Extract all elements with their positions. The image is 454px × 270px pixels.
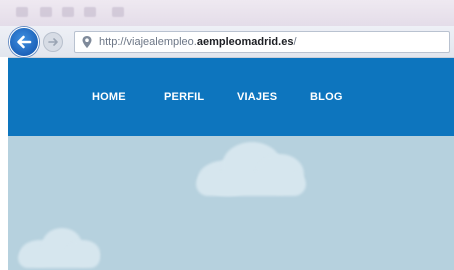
save-icon[interactable]	[40, 7, 52, 17]
address-bar[interactable]: http://viajealempleo.aempleomadrid.es/	[74, 31, 450, 53]
nav-perfil[interactable]: PERFIL	[164, 91, 204, 103]
redo-icon[interactable]	[84, 7, 96, 17]
back-arrow-icon	[17, 35, 32, 49]
navigation-bar: http://viajealempleo.aempleomadrid.es/	[0, 26, 454, 58]
browser-window: http://viajealempleo.aempleomadrid.es/ H…	[0, 0, 454, 270]
window-border	[0, 57, 8, 270]
forward-button[interactable]	[43, 32, 63, 52]
title-bar	[0, 0, 454, 26]
nav-blog[interactable]: BLOG	[310, 91, 343, 103]
nav-home[interactable]: HOME	[92, 91, 126, 103]
forward-arrow-icon	[48, 38, 58, 46]
nav-viajes[interactable]: VIAJES	[237, 91, 277, 103]
settings-icon[interactable]	[112, 7, 124, 17]
back-button[interactable]	[9, 27, 39, 57]
undo-icon[interactable]	[62, 7, 74, 17]
hero-sky-background	[8, 136, 454, 270]
window-menu-icon[interactable]	[16, 7, 28, 17]
url-text: http://viajealempleo.aempleomadrid.es/	[99, 36, 297, 48]
site-navigation: HOME PERFIL VIAJES BLOG	[8, 58, 454, 136]
page-icon	[82, 36, 92, 48]
